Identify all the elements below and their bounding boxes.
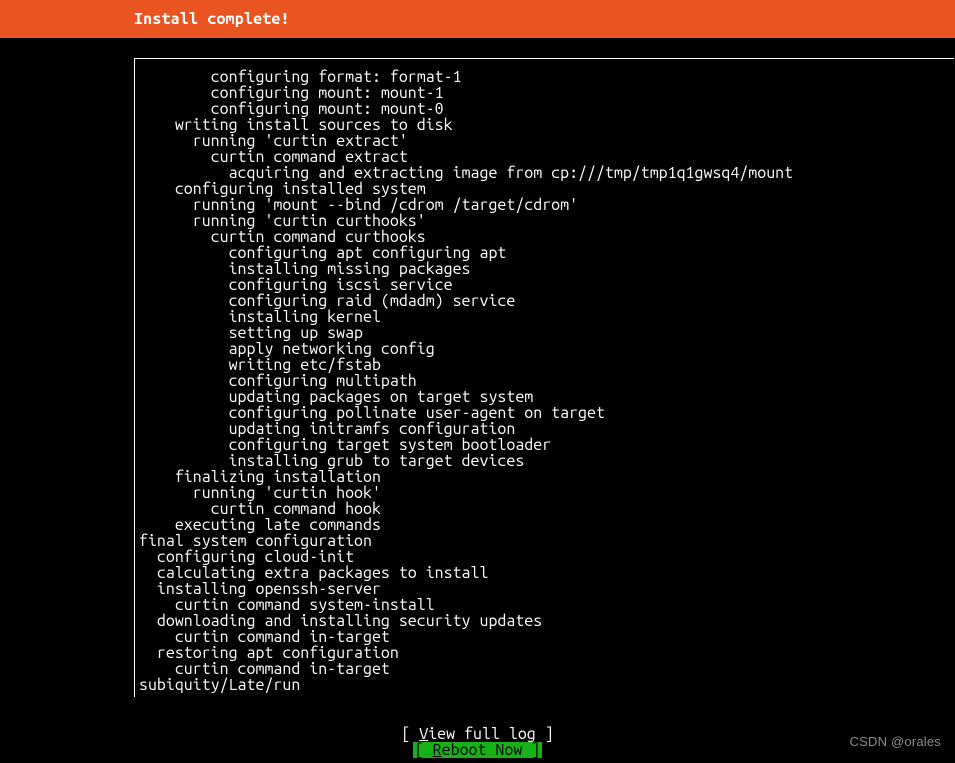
install-log-panel: configuring format: format-1 configuring… bbox=[134, 58, 954, 697]
watermark: CSDN @orales bbox=[850, 734, 941, 749]
reboot-now-hotkey: R bbox=[433, 741, 442, 759]
view-full-log-button[interactable]: [ View full log ] bbox=[399, 726, 555, 742]
install-log-text: configuring format: format-1 configuring… bbox=[139, 69, 950, 693]
title-bar: Install complete! bbox=[0, 0, 955, 38]
reboot-now-button[interactable]: [ Reboot Now ] bbox=[413, 742, 542, 758]
page-title: Install complete! bbox=[134, 10, 290, 28]
action-buttons: [ View full log ] [ Reboot Now ] bbox=[0, 726, 955, 758]
